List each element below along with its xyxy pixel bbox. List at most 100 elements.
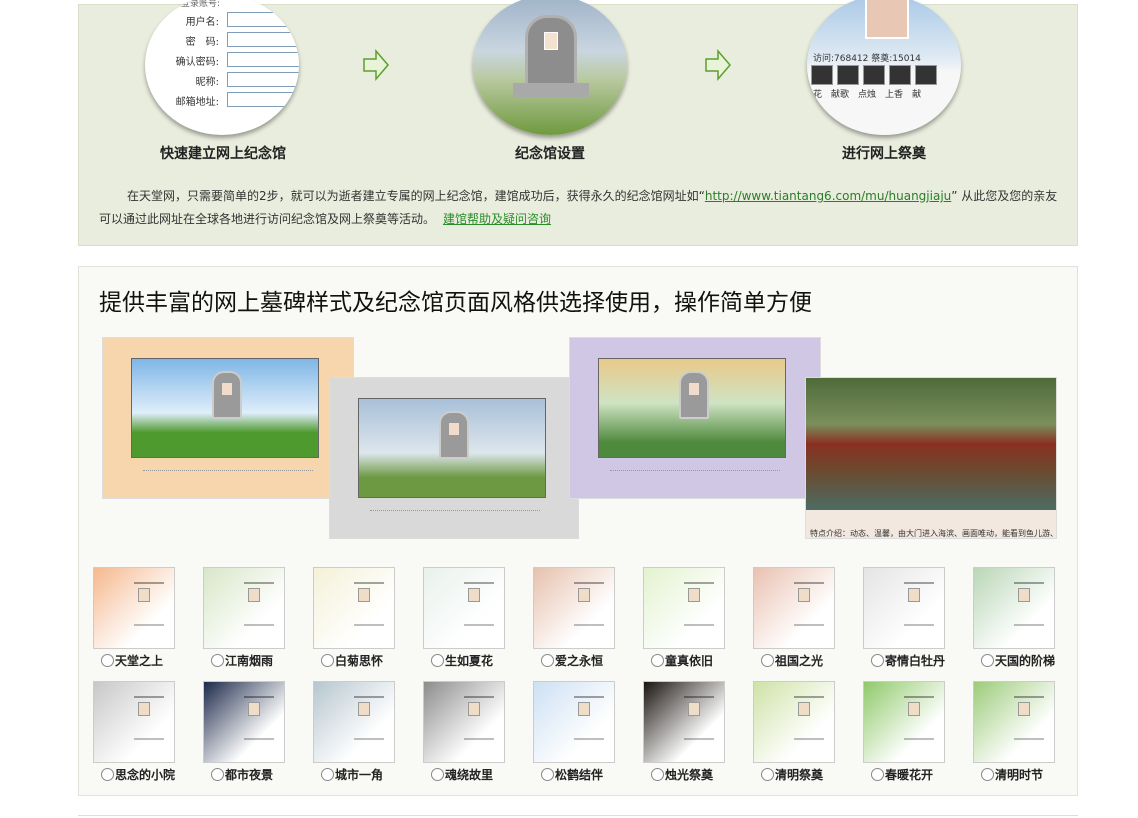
style-label: 天堂之上 (115, 654, 164, 668)
style-thumbnail-image[interactable] (313, 681, 395, 763)
style-option[interactable]: 祖国之光 (753, 567, 837, 669)
step2-memorial-preview (473, 0, 627, 135)
style-thumbnail-image[interactable] (753, 567, 835, 649)
style-option[interactable]: 思念的小院 (93, 681, 177, 783)
tombstone-image (525, 15, 577, 87)
style-radio[interactable] (651, 654, 664, 667)
style-label: 清明祭奠 (775, 768, 824, 782)
style-radio[interactable] (761, 654, 774, 667)
incense-icon (889, 65, 911, 85)
style-radio-option[interactable]: 清明祭奠 (761, 766, 823, 783)
style-radio[interactable] (761, 768, 774, 781)
style-option[interactable]: 清明时节 (973, 681, 1057, 783)
style-thumbnail-image[interactable] (93, 567, 175, 649)
offering-label: 点烛 (858, 90, 877, 100)
style-radio-option[interactable]: 城市一角 (321, 766, 383, 783)
style-option[interactable]: 烛光祭奠 (643, 681, 727, 783)
step3-offering-preview: 访问:768412 祭奠:15014 花 献歌 点烛 上香 献 (807, 0, 961, 135)
help-link[interactable]: 建馆帮助及疑问咨询 (443, 212, 551, 226)
style-radio-option[interactable]: 生如夏花 (431, 652, 493, 669)
style-option[interactable]: 爱之永恒 (533, 567, 617, 669)
style-radio-option[interactable]: 江南烟雨 (211, 652, 273, 669)
style-preview-4: 特点介绍：动态、温馨，由大门进入海滨、画面唯动，能看到鱼儿游、鸟儿飞...... (805, 377, 1057, 539)
style-thumbnail-image[interactable] (93, 681, 175, 763)
style-radio-option[interactable]: 爱之永恒 (541, 652, 603, 669)
style-radio-option[interactable]: 烛光祭奠 (651, 766, 713, 783)
style-radio-option[interactable]: 清明时节 (981, 766, 1043, 783)
style-thumbnail-image[interactable] (973, 567, 1055, 649)
style-option[interactable]: 松鹤结伴 (533, 681, 617, 783)
style-option[interactable]: 清明祭奠 (753, 681, 837, 783)
style-option[interactable]: 城市一角 (313, 681, 397, 783)
style-radio[interactable] (101, 768, 114, 781)
style-thumbnail-image[interactable] (643, 681, 725, 763)
style-radio[interactable] (321, 768, 334, 781)
style-radio[interactable] (211, 768, 224, 781)
style-radio-option[interactable]: 天堂之上 (101, 652, 163, 669)
style-radio-option[interactable]: 寄情白牡丹 (871, 652, 945, 669)
memorial-url-link[interactable]: http://www.tiantang6.com/mu/huangjiaju (705, 189, 951, 203)
style-label: 江南烟雨 (225, 654, 274, 668)
style-option[interactable]: 魂绕故里 (423, 681, 507, 783)
step2-title: 纪念馆设置 (515, 146, 585, 162)
style-radio-option[interactable]: 思念的小院 (101, 766, 175, 783)
style-radio[interactable] (541, 654, 554, 667)
offering-label: 献 (912, 90, 922, 100)
style-radio[interactable] (871, 654, 884, 667)
style-label: 童真依旧 (665, 654, 714, 668)
style-radio-option[interactable]: 天国的阶梯 (981, 652, 1055, 669)
style-radio[interactable] (541, 768, 554, 781)
steps-panel: 设置登录账号: 用户名: 密 码: 确认密码: 昵称: 邮箱地址: 快速建立网上… (78, 0, 1078, 246)
style-radio[interactable] (431, 654, 444, 667)
style-thumbnail-image[interactable] (533, 681, 615, 763)
style-radio-option[interactable]: 都市夜景 (211, 766, 273, 783)
style-radio[interactable] (871, 768, 884, 781)
style-thumbnail-image[interactable] (753, 681, 835, 763)
divider (78, 815, 1078, 816)
style-radio[interactable] (431, 768, 444, 781)
style-option[interactable]: 春暖花开 (863, 681, 947, 783)
style-radio[interactable] (981, 654, 994, 667)
style-thumbnail-image[interactable] (423, 567, 505, 649)
style-thumbnail-image[interactable] (863, 681, 945, 763)
form-row-email: 邮箱地址: (155, 91, 299, 109)
style-radio[interactable] (101, 654, 114, 667)
style-option[interactable]: 生如夏花 (423, 567, 507, 669)
style-thumbnail-image[interactable] (203, 567, 285, 649)
style-thumbnail-image[interactable] (423, 681, 505, 763)
style-option[interactable]: 天堂之上 (93, 567, 177, 669)
visit-stats: 访问:768412 祭奠:15014 (813, 54, 921, 64)
style-option[interactable]: 天国的阶梯 (973, 567, 1057, 669)
style-label: 天国的阶梯 (995, 654, 1056, 668)
style-thumbnail-image[interactable] (863, 567, 945, 649)
style-radio-option[interactable]: 魂绕故里 (431, 766, 493, 783)
style-radio[interactable] (981, 768, 994, 781)
style-radio-option[interactable]: 松鹤结伴 (541, 766, 603, 783)
style-option[interactable]: 白菊思怀 (313, 567, 397, 669)
preview-scene (131, 358, 319, 458)
style-option[interactable]: 寄情白牡丹 (863, 567, 947, 669)
style-option[interactable]: 江南烟雨 (203, 567, 287, 669)
style-radio-option[interactable]: 童真依旧 (651, 652, 713, 669)
description-text: 在天堂网，只需要简单的2步，就可以为逝者建立专属的网上纪念馆，建馆成功后，获得永… (127, 189, 705, 203)
style-thumbnail-image[interactable] (533, 567, 615, 649)
style-thumbnail-image[interactable] (313, 567, 395, 649)
style-label: 寄情白牡丹 (885, 654, 946, 668)
preview-scene (598, 358, 786, 458)
style-thumbnail-image[interactable] (973, 681, 1055, 763)
style-radio-option[interactable]: 春暖花开 (871, 766, 933, 783)
style-label: 春暖花开 (885, 768, 934, 782)
style-label: 白菊思怀 (335, 654, 384, 668)
style-radio[interactable] (211, 654, 224, 667)
style-radio[interactable] (321, 654, 334, 667)
tomb-base (513, 83, 589, 97)
style-option[interactable]: 都市夜景 (203, 681, 287, 783)
style-radio-option[interactable]: 祖国之光 (761, 652, 823, 669)
style-thumbnail-image[interactable] (643, 567, 725, 649)
style-radio-option[interactable]: 白菊思怀 (321, 652, 383, 669)
style-option[interactable]: 童真依旧 (643, 567, 727, 669)
form-label: 用户名: (185, 17, 219, 28)
form-label: 确认密码: (175, 57, 219, 68)
style-radio[interactable] (651, 768, 664, 781)
style-thumbnail-image[interactable] (203, 681, 285, 763)
